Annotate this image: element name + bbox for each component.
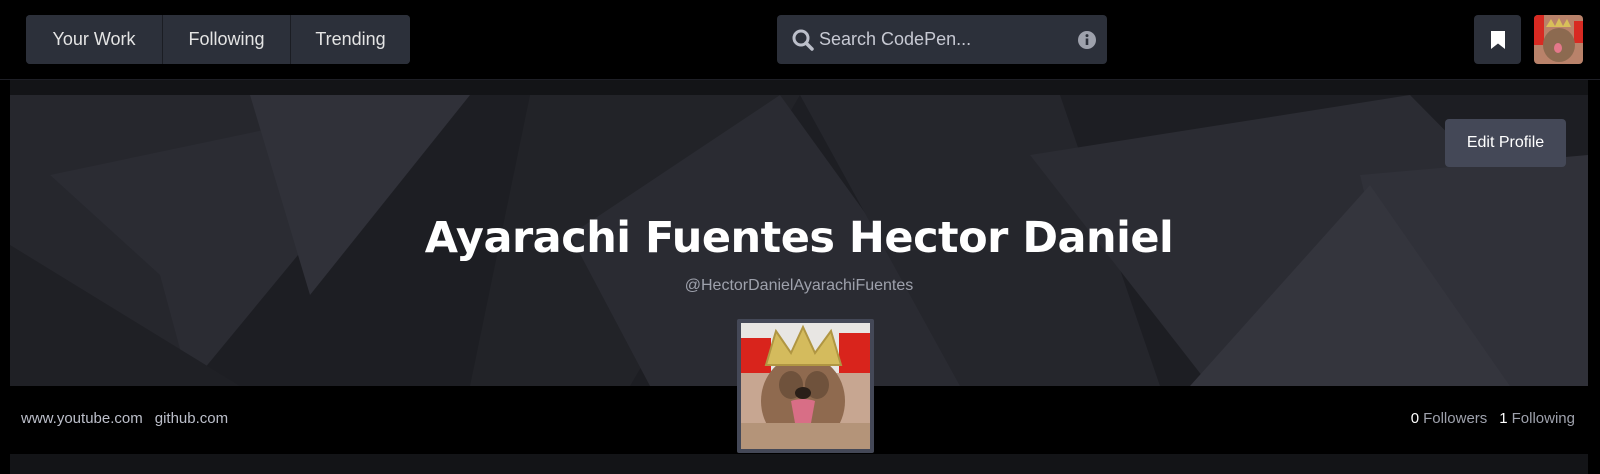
following-count: 1 — [1499, 410, 1508, 427]
profile-handle: @HectorDanielAyarachiFuentes — [684, 277, 914, 294]
followers-stat[interactable]: 0 Followers — [1411, 410, 1488, 427]
following-stat[interactable]: 1 Following — [1499, 410, 1575, 427]
profile-avatar-image — [741, 323, 870, 449]
avatar — [1534, 15, 1583, 64]
search-input[interactable] — [819, 15, 1059, 64]
bookmark-button[interactable] — [1474, 15, 1521, 64]
profile-links: www.youtube.com github.com — [21, 410, 228, 427]
github-link[interactable]: github.com — [155, 410, 228, 427]
profile-name: Ayarachi Fuentes Hector Daniel — [424, 213, 1174, 263]
top-header: Your Work Following Trending — [0, 0, 1600, 80]
followers-label: Followers — [1423, 410, 1488, 427]
profile-avatar[interactable] — [737, 319, 874, 453]
edit-profile-button[interactable]: Edit Profile — [1445, 119, 1566, 167]
youtube-link[interactable]: www.youtube.com — [21, 410, 143, 427]
profile-stats: 0 Followers 1 Following — [1411, 410, 1575, 427]
nav-your-work-button[interactable]: Your Work — [26, 15, 163, 64]
user-avatar-button[interactable] — [1534, 15, 1583, 64]
nav-trending-button[interactable]: Trending — [291, 15, 410, 64]
main-nav: Your Work Following Trending — [26, 15, 410, 64]
following-label: Following — [1511, 410, 1575, 427]
bookmark-icon — [1490, 30, 1505, 49]
search-box — [777, 15, 1107, 64]
search-icon — [792, 29, 814, 51]
info-icon[interactable] — [1077, 30, 1097, 50]
nav-following-button[interactable]: Following — [163, 15, 291, 64]
followers-count: 0 — [1410, 410, 1420, 427]
